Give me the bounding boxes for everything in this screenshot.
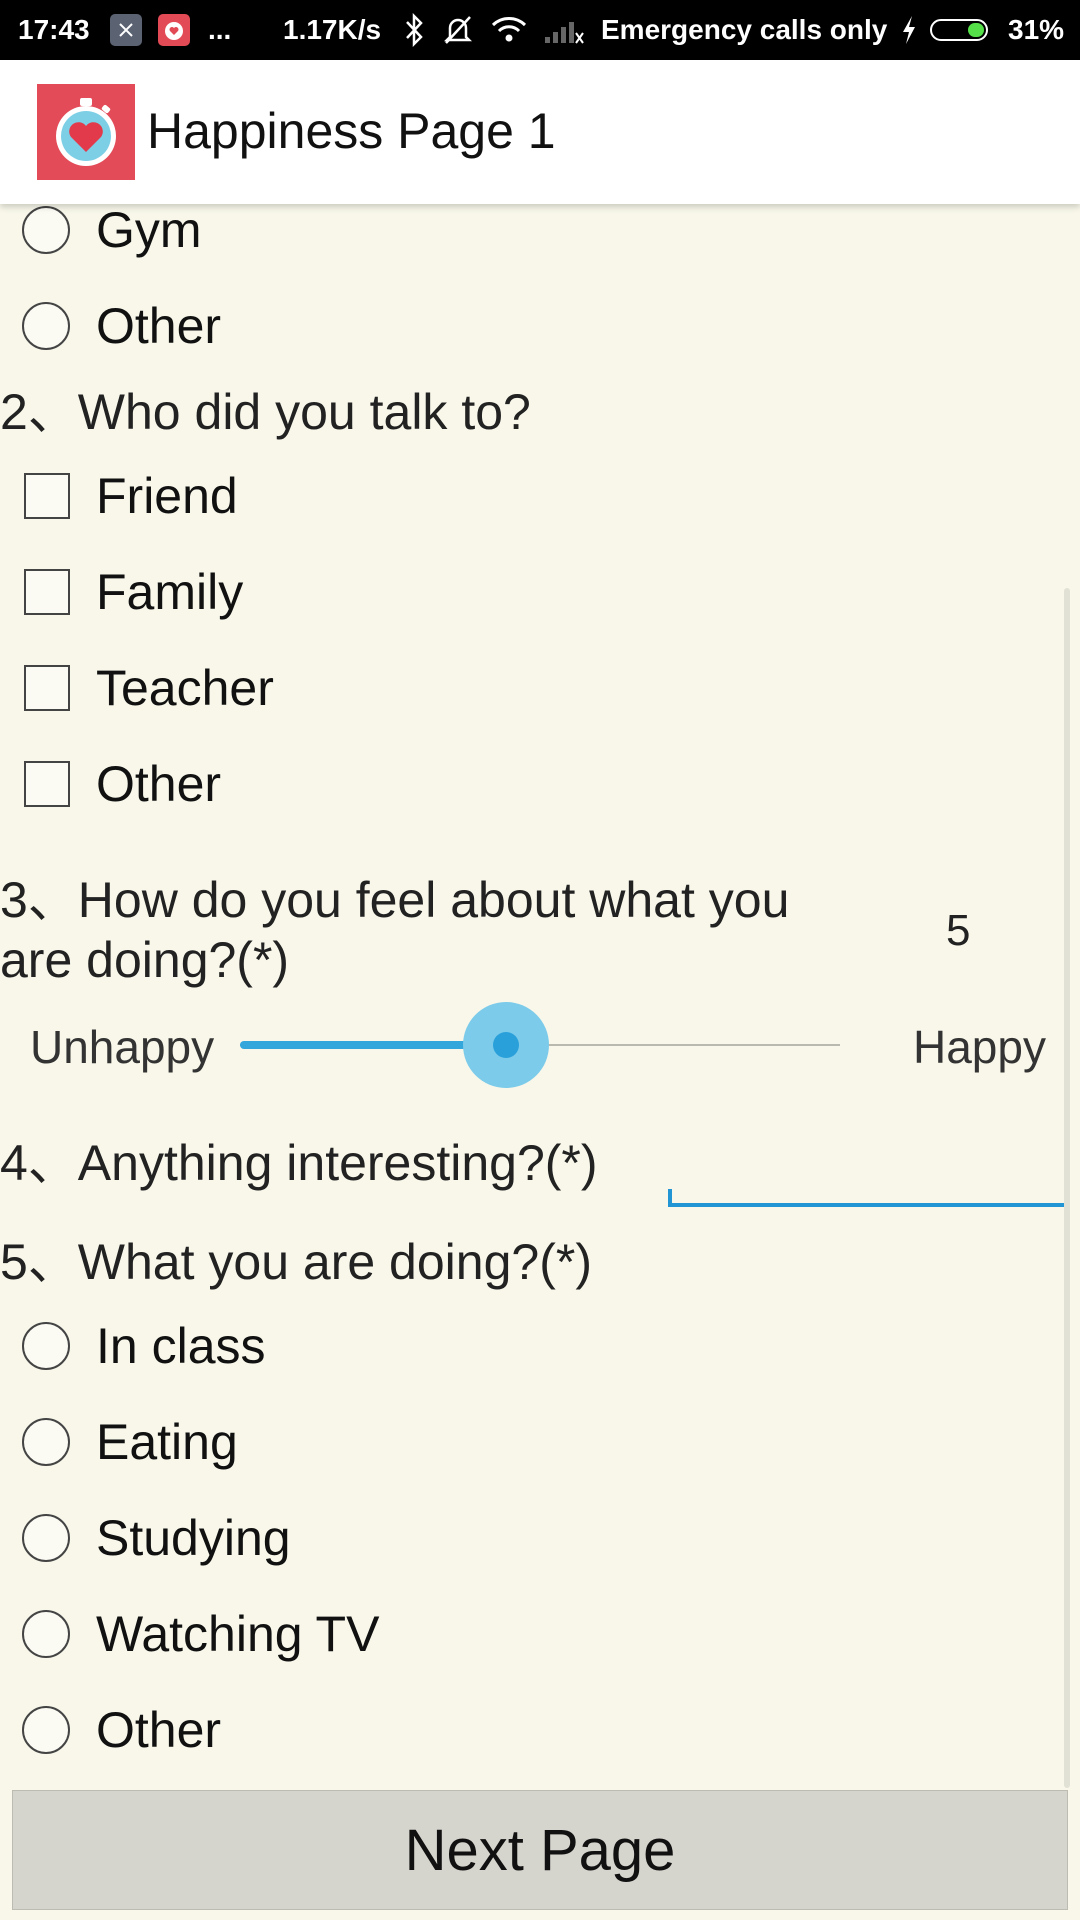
more-notifications: ... [208,14,232,45]
interesting-input[interactable] [672,1140,1064,1200]
input-underline [668,1203,1068,1207]
page-title: Happiness Page 1 [147,103,556,159]
slider-value: 5 [946,906,971,955]
battery-percent: 31% [1008,14,1065,45]
option-label: Family [96,564,244,620]
question-5: 5、What you are doing?(*) [0,1234,592,1290]
radio-button[interactable] [22,1418,70,1466]
checkbox[interactable] [24,473,70,519]
option-label: Watching TV [96,1606,380,1662]
survey-form: Gym Other 2、Who did you talk to? Friend … [0,204,1080,1920]
checkbox[interactable] [24,569,70,615]
option-label: Eating [96,1414,238,1470]
question-4: 4、Anything interesting?(*) [0,1135,598,1191]
signal-icon [543,0,585,60]
app-notification-icon [110,0,142,60]
status-time: 17:43 [18,14,90,45]
option-label: In class [96,1318,266,1374]
slider-thumb[interactable] [493,1032,519,1058]
option-label: Other [96,1702,222,1758]
radio-button[interactable] [22,1610,70,1658]
radio-button[interactable] [22,302,70,350]
radio-button[interactable] [22,1322,70,1370]
question-3-line1: 3、How do you feel about what you [0,872,790,928]
battery-icon [930,0,988,60]
charging-icon [900,0,918,60]
scrollbar[interactable] [1064,588,1070,1788]
radio-button[interactable] [22,206,70,254]
question-2: 2、Who did you talk to? [0,384,531,440]
checkbox[interactable] [24,761,70,807]
option-label: Studying [96,1510,291,1566]
checkbox[interactable] [24,665,70,711]
radio-button[interactable] [22,1706,70,1754]
option-label: Other [96,298,222,354]
stopwatch-heart-icon [37,84,135,180]
next-page-button[interactable]: Next Page [12,1790,1068,1910]
stopwatch-app-icon [158,0,190,60]
app-bar: Happiness Page 1 [0,60,1080,204]
carrier-text: Emergency calls only [601,14,888,45]
slider-min-label: Unhappy [30,1021,215,1073]
status-bar: 17:43 ... 1.17K/s Emergency calls only 3… [0,0,1080,60]
radio-button[interactable] [22,1514,70,1562]
option-label: Other [96,756,222,812]
option-label: Teacher [96,660,274,716]
question-3: 3、How do you feel about what you are doi… [0,870,789,990]
wifi-icon [490,0,528,60]
network-speed: 1.17K/s [283,14,382,45]
slider-max-label: Happy [913,1021,1046,1073]
option-label: Gym [96,204,202,258]
question-3-line2: are doing?(*) [0,932,290,988]
bluetooth-icon [402,0,426,60]
option-label: Friend [96,468,238,524]
silent-icon [441,0,475,60]
